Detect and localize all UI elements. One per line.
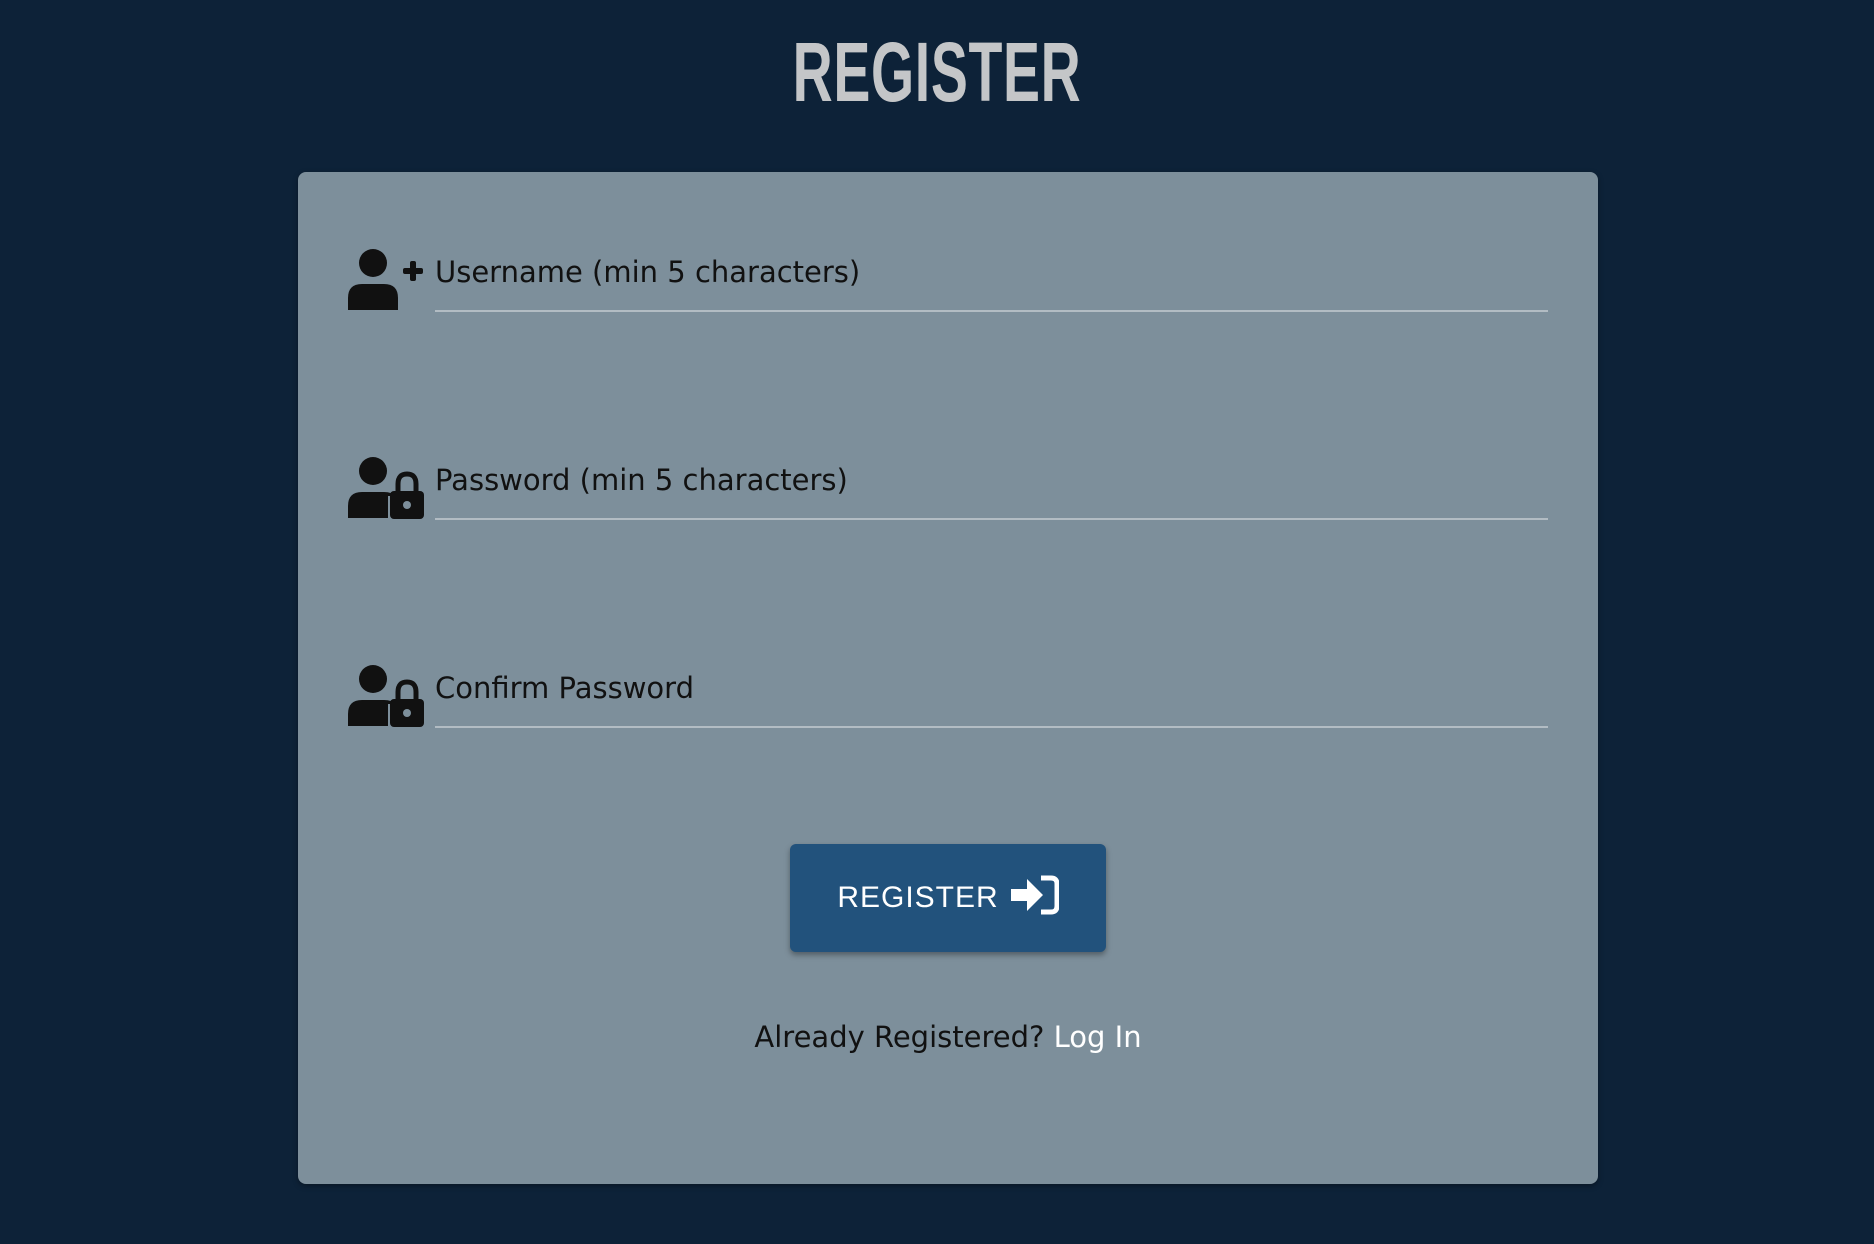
confirm-password-field-group bbox=[346, 650, 1548, 730]
user-plus-icon bbox=[346, 248, 424, 312]
confirm-password-input[interactable] bbox=[435, 650, 1548, 728]
username-input[interactable] bbox=[435, 234, 1548, 312]
user-lock-icon bbox=[346, 456, 424, 520]
sign-in-icon bbox=[1009, 875, 1059, 915]
page-title: REGISTER bbox=[792, 25, 1082, 119]
password-input[interactable] bbox=[435, 442, 1548, 520]
login-prompt: Already Registered? Log In bbox=[298, 1020, 1598, 1054]
register-button[interactable]: REGISTER bbox=[790, 844, 1106, 952]
register-button-label: REGISTER bbox=[837, 881, 999, 914]
user-lock-icon bbox=[346, 664, 424, 728]
login-prompt-text: Already Registered? bbox=[754, 1020, 1045, 1054]
username-field-group bbox=[346, 234, 1548, 314]
register-page: REGISTER Username (min 5 characters) REG… bbox=[0, 0, 1874, 1244]
password-field-group bbox=[346, 442, 1548, 522]
login-link[interactable]: Log In bbox=[1054, 1020, 1142, 1054]
register-card: REGISTER Already Registered? Log In bbox=[298, 172, 1598, 1184]
